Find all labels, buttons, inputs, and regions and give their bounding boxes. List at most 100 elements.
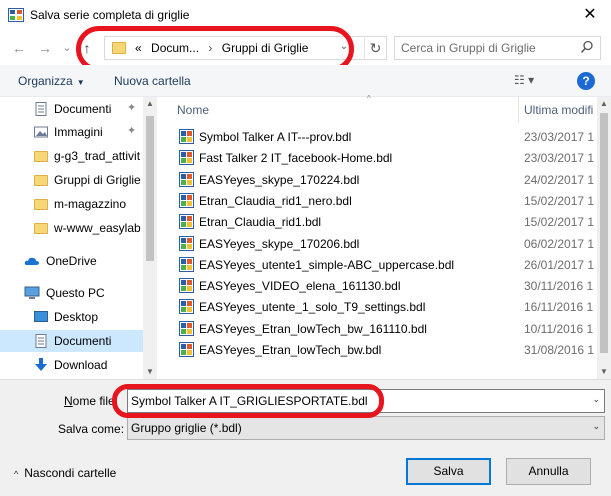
- sidebar-item-documenti-quick[interactable]: Documenti ✦: [0, 98, 143, 120]
- chevron-down-icon[interactable]: ⌄: [592, 394, 600, 405]
- file-name: Etran_Claudia_rid1.bdl: [199, 215, 322, 230]
- help-icon[interactable]: ?: [577, 72, 595, 90]
- file-name: EASYeyes_utente_1_solo_T9_settings.bdl: [199, 300, 426, 315]
- back-button[interactable]: ←: [10, 39, 28, 57]
- file-date: 06/02/2017 1: [524, 236, 595, 251]
- grid-file-icon: [179, 256, 194, 272]
- table-row[interactable]: EASYeyes_skype_170206.bdl 06/02/2017 1: [162, 233, 597, 254]
- search-box[interactable]: [394, 36, 601, 60]
- pin-icon[interactable]: ✦: [127, 101, 136, 114]
- chevron-down-icon: ▼: [76, 78, 85, 87]
- file-date: 23/03/2017 1: [524, 151, 595, 166]
- save-button[interactable]: Salva: [406, 458, 491, 485]
- command-toolbar: Organizza ▼ Nuova cartella ☷ ▾ ?: [0, 65, 611, 97]
- recent-locations-button[interactable]: ⌄: [58, 39, 76, 57]
- sidebar-item-label: OneDrive: [46, 254, 97, 268]
- app-icon: [8, 8, 24, 22]
- scrollbar-thumb[interactable]: [146, 116, 154, 261]
- file-date: 15/02/2017 1: [524, 193, 595, 208]
- breadcrumb-documenti[interactable]: Docum...: [151, 41, 199, 55]
- table-row[interactable]: Fast Talker 2 IT_facebook-Home.bdl 23/03/…: [162, 147, 597, 168]
- breadcrumb-gruppi-di-griglie[interactable]: Gruppi di Griglie: [222, 41, 309, 55]
- organize-menu-button[interactable]: Organizza ▼: [18, 74, 85, 88]
- navigation-scrollbar[interactable]: ▲ ▼: [143, 97, 157, 379]
- address-dropdown-icon[interactable]: ⌄: [337, 41, 351, 52]
- folder-icon: [34, 175, 48, 186]
- refresh-button[interactable]: ↻: [364, 38, 386, 60]
- sidebar-item-download[interactable]: Download: [0, 354, 143, 376]
- file-name-field[interactable]: ⌄: [127, 389, 605, 413]
- view-options-icon[interactable]: ☷ ▾: [514, 73, 534, 87]
- sidebar-item-m-magazzino[interactable]: m-magazzino: [0, 193, 143, 215]
- file-list: ^ Nome Ultima modifi Symbol Talker A IT-…: [162, 94, 611, 379]
- sidebar-item-desktop[interactable]: Desktop: [0, 306, 143, 328]
- cancel-button[interactable]: Annulla: [506, 458, 591, 485]
- table-row[interactable]: Etran_Claudia_rid1_nero.bdl 15/02/2017 1: [162, 190, 597, 211]
- scroll-up-icon[interactable]: ▲: [143, 97, 157, 111]
- table-row[interactable]: EASYeyes_utente1_simple-ABC_uppercase.bd…: [162, 254, 597, 275]
- sidebar-item-onedrive[interactable]: OneDrive: [0, 250, 143, 272]
- close-button[interactable]: ✕: [569, 0, 611, 31]
- grid-file-icon: [179, 171, 194, 187]
- file-name-input[interactable]: [131, 394, 581, 408]
- file-name: Fast Talker 2 IT_facebook-Home.bdl: [199, 151, 393, 166]
- new-folder-button[interactable]: Nuova cartella: [114, 74, 191, 88]
- grid-file-icon: [179, 150, 194, 166]
- sidebar-item-w-www-easylab[interactable]: w-www_easylab: [0, 217, 143, 239]
- sidebar-item-documenti[interactable]: Documenti: [0, 330, 143, 352]
- chevron-down-icon[interactable]: ⌄: [592, 421, 600, 432]
- folder-icon: [112, 42, 126, 54]
- sidebar-item-label: w-www_easylab: [54, 221, 141, 235]
- address-bar[interactable]: « Docum... › Gruppi di Griglie ⌄ ↻: [104, 36, 387, 60]
- sidebar-item-label: m-magazzino: [54, 197, 127, 211]
- scroll-down-icon[interactable]: ▼: [597, 365, 611, 379]
- table-row[interactable]: EASYeyes_Etran_lowTech_bw.bdl 31/08/2016 …: [162, 339, 597, 360]
- file-name: EASYeyes_skype_170224.bdl: [199, 172, 360, 187]
- breadcrumb-overflow[interactable]: «: [135, 41, 142, 55]
- save-as-type-select[interactable]: Gruppo griglie (*.bdl) ⌄: [127, 416, 605, 440]
- sidebar-item-questo-pc[interactable]: Questo PC: [0, 282, 143, 304]
- table-row[interactable]: EASYeyes_skype_170224.bdl 24/02/2017 1: [162, 169, 597, 190]
- sidebar-item-label: Documenti: [54, 334, 112, 348]
- file-list-scrollbar[interactable]: ▲ ▼: [597, 97, 611, 379]
- sidebar-item-g-g3[interactable]: g-g3_trad_attivit: [0, 145, 143, 167]
- folder-icon: [34, 151, 48, 162]
- file-date: 23/03/2017 1: [524, 130, 595, 144]
- sidebar-item-gruppi-di-griglie[interactable]: Gruppi di Griglie: [0, 169, 143, 191]
- forward-button[interactable]: →: [36, 39, 54, 57]
- sidebar-item-label: Documenti: [54, 102, 112, 116]
- save-as-type-label: Salva come:: [58, 422, 125, 436]
- search-input[interactable]: [401, 41, 576, 55]
- scroll-up-icon[interactable]: ▲: [597, 97, 611, 111]
- column-divider[interactable]: [518, 97, 519, 123]
- sidebar-item-label: Questo PC: [46, 286, 105, 300]
- up-button[interactable]: ↑: [78, 39, 96, 57]
- table-row[interactable]: EASYeyes_VIDEO_elena_161130.bdl 30/11/201…: [162, 275, 597, 296]
- file-date: 26/01/2017 1: [524, 257, 595, 272]
- scroll-down-icon[interactable]: ▼: [143, 365, 157, 379]
- table-row[interactable]: Etran_Claudia_rid1.bdl 15/02/2017 1: [162, 211, 597, 232]
- file-name-label: Nome file:: [64, 394, 119, 408]
- folder-icon: [34, 199, 48, 210]
- column-header-date[interactable]: Ultima modifi: [524, 103, 593, 117]
- grid-file-icon: [179, 235, 194, 251]
- save-form: Nome file: ⌄ Salva come: Gruppo griglie …: [0, 379, 611, 496]
- save-as-type-value: Gruppo griglie (*.bdl): [131, 421, 242, 435]
- table-row[interactable]: EASYeyes_utente_1_solo_T9_settings.bdl 16…: [162, 296, 597, 317]
- column-header-row: ^ Nome Ultima modifi: [162, 94, 597, 123]
- scrollbar-thumb[interactable]: [600, 113, 608, 353]
- document-icon: [35, 102, 47, 116]
- column-header-name[interactable]: Nome: [177, 103, 209, 117]
- grid-file-icon: [179, 342, 194, 357]
- table-row[interactable]: Symbol Talker A IT---prov.bdl 23/03/2017 …: [162, 126, 597, 147]
- table-row[interactable]: EASYeyes_Etran_lowTech_bw_161110.bdl 10/1…: [162, 318, 597, 339]
- hide-folders-button[interactable]: ^ Nascondi cartelle: [14, 466, 116, 480]
- pin-icon[interactable]: ✦: [127, 124, 136, 137]
- grid-file-icon: [179, 320, 194, 336]
- sidebar-item-label: Gruppi di Griglie: [54, 173, 141, 187]
- breadcrumb-separator-icon[interactable]: ›: [208, 41, 212, 55]
- sidebar-item-immagini[interactable]: Immagini ✦: [0, 121, 143, 143]
- cloud-icon: [24, 257, 39, 265]
- sidebar-item-label: g-g3_trad_attivit: [54, 149, 141, 163]
- file-date: 31/08/2016 1: [524, 343, 595, 357]
